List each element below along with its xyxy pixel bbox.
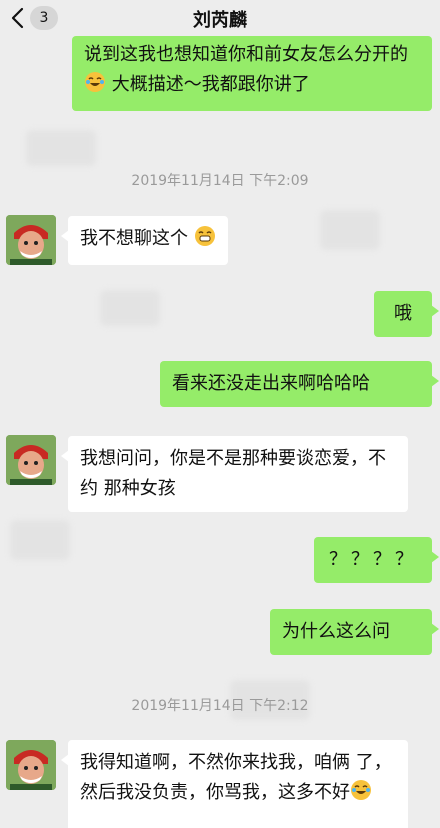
outgoing-message[interactable]: ？？？？: [314, 537, 439, 583]
message-text: 哦: [394, 303, 412, 324]
avatar[interactable]: [6, 435, 56, 485]
message-text: 说到这我也想知道你和前女友怎么分开的: [84, 44, 408, 65]
avatar[interactable]: [6, 740, 56, 790]
message-text: ？？？？: [329, 549, 417, 570]
grinning-emoji-icon: [194, 225, 216, 257]
avatar[interactable]: [6, 215, 56, 265]
chat-message-list[interactable]: 说到这我也想知道你和前女友怎么分开的 大概描述～我都跟你讲了 2019年11月1…: [0, 0, 440, 828]
tears-of-joy-emoji-icon: [350, 779, 372, 811]
message-text: 看来还没走出来啊哈哈哈: [172, 373, 370, 394]
message-text: 我得知道啊，不然你来找我，咱俩 了，然后我没负责，你骂我，这多不好: [80, 752, 392, 803]
blur-smudge: [320, 210, 380, 250]
blur-smudge: [26, 130, 96, 166]
chat-title[interactable]: 刘芮麟: [0, 6, 440, 32]
outgoing-message[interactable]: 看来还没走出来啊哈哈哈: [160, 361, 439, 407]
chat-header: 3 刘芮麟: [0, 0, 440, 36]
timestamp: 2019年11月14日 下午2:09: [131, 173, 309, 189]
incoming-message[interactable]: 我不想聊这个: [61, 216, 228, 265]
blur-smudge: [100, 290, 160, 326]
outgoing-message[interactable]: 为什么这么问: [270, 609, 439, 655]
message-text: 我不想聊这个: [80, 228, 188, 249]
message-text: 我想问问，你是不是那种要谈恋爱，不约 那种女孩: [80, 448, 386, 499]
blur-smudge: [10, 520, 70, 560]
message-text: 为什么这么问: [282, 621, 390, 642]
outgoing-message[interactable]: 说到这我也想知道你和前女友怎么分开的 大概描述～我都跟你讲了: [72, 36, 432, 111]
timestamp: 2019年11月14日 下午2:12: [131, 698, 309, 714]
outgoing-message[interactable]: 哦: [374, 291, 439, 337]
tears-of-joy-emoji-icon: [84, 71, 106, 103]
message-text: 大概描述～我都跟你讲了: [106, 74, 310, 95]
incoming-message[interactable]: 我想问问，你是不是那种要谈恋爱，不约 那种女孩: [61, 436, 408, 512]
incoming-message[interactable]: 我得知道啊，不然你来找我，咱俩 了，然后我没负责，你骂我，这多不好: [61, 740, 408, 828]
